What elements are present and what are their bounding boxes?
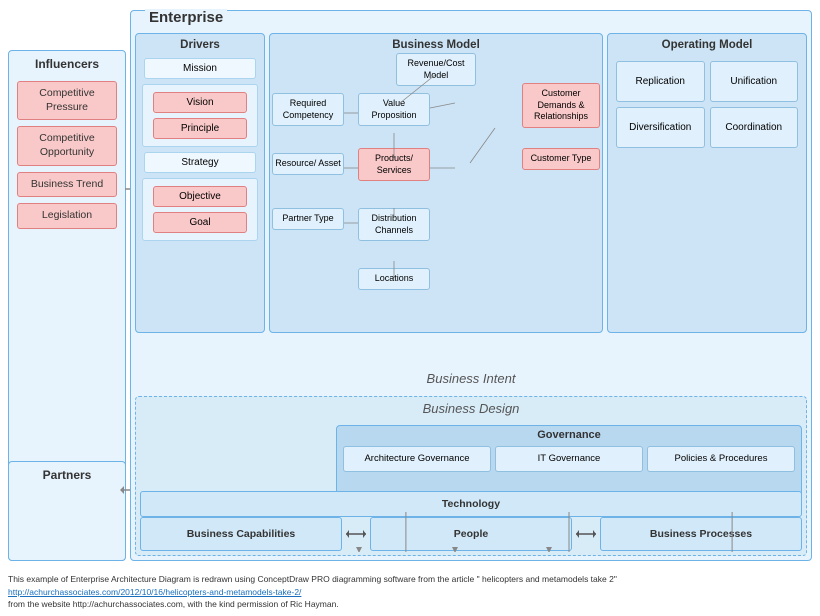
driver-principle: Principle — [153, 118, 247, 139]
opmodel-replication: Replication — [616, 61, 705, 102]
bdesign-capabilities: Business Capabilities — [140, 517, 342, 551]
influencer-competitive-opportunity: Competitive Opportunity — [17, 126, 117, 165]
opmodel-unification: Unification — [710, 61, 799, 102]
operating-model-title: Operating Model — [608, 34, 806, 53]
partners-title: Partners — [9, 462, 125, 486]
bm-customer-demands: Customer Demands & Relationships — [522, 83, 600, 128]
influencer-competitive-pressure: Competitive Pressure — [17, 81, 117, 120]
driver-objective: Objective — [153, 186, 247, 207]
operating-model-box: Operating Model Replication Unification … — [607, 33, 807, 333]
influencer-legislation: Legislation — [17, 203, 117, 229]
driver-vision: Vision — [153, 92, 247, 113]
enterprise-box: Enterprise Drivers Mission Vision Princi… — [130, 10, 812, 561]
influencers-title: Influencers — [9, 51, 125, 75]
bm-distribution-channels: Distribution Channels — [358, 208, 430, 241]
bm-products-services: Products/ Services — [358, 148, 430, 181]
enterprise-label: Enterprise — [145, 9, 227, 26]
business-intent-area: Business Intent — [135, 366, 807, 391]
business-design-label: Business Design — [136, 397, 806, 420]
business-design-area: Business Design Governance Architecture … — [135, 396, 807, 556]
business-intent-label: Business Intent — [427, 371, 516, 386]
dbl-arrow-2 — [576, 528, 596, 540]
bm-partner-type: Partner Type — [272, 208, 344, 230]
governance-items: Architecture Governance IT Governance Po… — [337, 444, 801, 474]
technology-bar: Technology — [140, 491, 802, 517]
footer-text: This example of Enterprise Architecture … — [8, 573, 812, 611]
driver-vision-group: Vision Principle — [142, 84, 258, 147]
gov-architecture: Architecture Governance — [343, 446, 491, 472]
partners-box: Partners — [8, 461, 126, 561]
business-model-title: Business Model — [270, 34, 602, 53]
enterprise-inner: Drivers Mission Vision Principle Strateg… — [135, 33, 807, 556]
influencer-business-trend: Business Trend — [17, 172, 117, 198]
footer-line2: from the website http://achurchassociate… — [8, 599, 339, 609]
footer-link[interactable]: http://achurchassociates.com/2012/10/16/… — [8, 587, 301, 597]
bm-required-competency: Required Competency — [272, 93, 344, 126]
opmodel-diversification: Diversification — [616, 107, 705, 148]
operating-model-grid: Replication Unification Diversification … — [608, 57, 806, 152]
driver-mission: Mission — [144, 58, 256, 79]
gov-policies: Policies & Procedures — [647, 446, 795, 472]
drivers-box: Drivers Mission Vision Principle Strateg… — [135, 33, 265, 333]
bdesign-bottom: Business Capabilities People — [140, 517, 802, 551]
bm-value-proposition: Value Proposition — [358, 93, 430, 126]
bm-locations: Locations — [358, 268, 430, 290]
bm-resource-asset: Resource/ Asset — [272, 153, 344, 175]
governance-title: Governance — [337, 426, 801, 444]
bdesign-people: People — [370, 517, 572, 551]
bm-revenue-cost: Revenue/Cost Model — [396, 53, 476, 86]
bm-customer-type: Customer Type — [522, 148, 600, 170]
driver-objective-group: Objective Goal — [142, 178, 258, 241]
gov-it: IT Governance — [495, 446, 643, 472]
footer-line1: This example of Enterprise Architecture … — [8, 574, 617, 584]
opmodel-coordination: Coordination — [710, 107, 799, 148]
business-model-box: Business Model Revenue/Cost Model Requir… — [269, 33, 603, 333]
bdesign-processes: Business Processes — [600, 517, 802, 551]
top-row: Drivers Mission Vision Principle Strateg… — [135, 33, 807, 333]
driver-goal: Goal — [153, 212, 247, 233]
driver-strategy: Strategy — [144, 152, 256, 173]
main-container: Influencers Competitive Pressure Competi… — [0, 0, 820, 616]
dbl-arrow-1 — [346, 528, 366, 540]
drivers-title: Drivers — [136, 34, 264, 53]
